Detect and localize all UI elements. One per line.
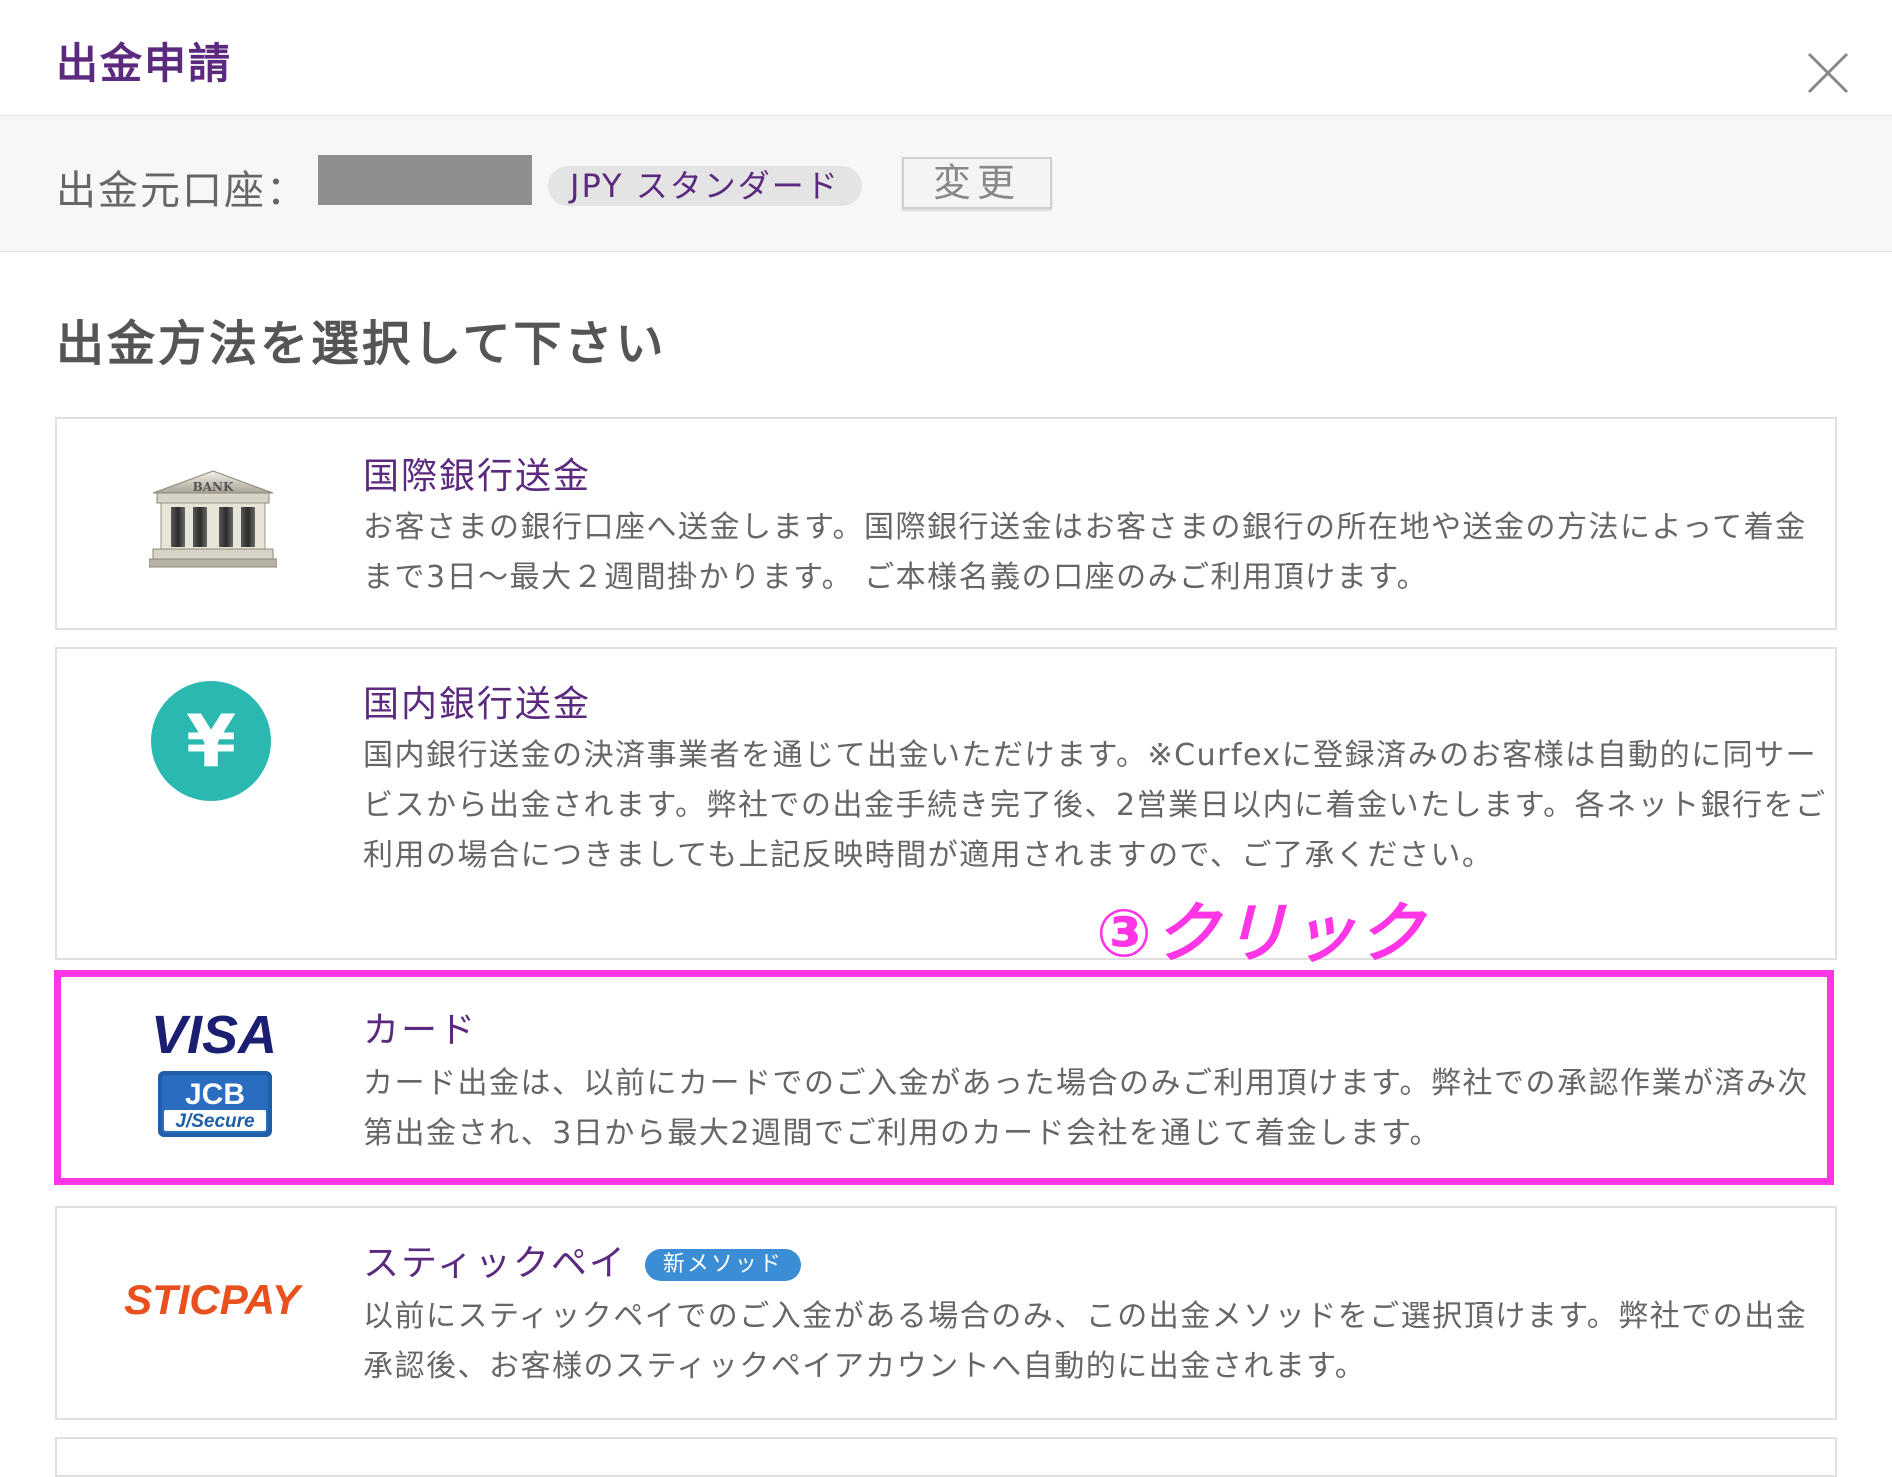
bank-logo-text: BANK (193, 480, 234, 494)
bank-building-icon: BANK (149, 470, 277, 568)
jcb-logo-text: JCB (185, 1078, 245, 1111)
dialog-title: 出金申請 (56, 39, 233, 88)
yen-symbol: ¥ (186, 699, 236, 783)
method-sticpay[interactable]: STICPAY スティックペイ 新メソッド 以前にスティックペイでのご入金がある場… (55, 1206, 1837, 1420)
method-description: 国内銀行送金の決済事業者を通じて出金いただけます。※Curfexに登録済みのお客… (363, 738, 1827, 873)
close-icon[interactable] (1805, 50, 1851, 96)
visa-jcb-logo-icon: VISA JCB J/Secure (151, 1005, 277, 1137)
visa-logo-text: VISA (151, 1005, 277, 1065)
method-description: カード出金は、以前にカードでのご入金があった場合のみご利用頂けます。弊社での承認… (363, 1066, 1809, 1151)
method-title: スティックペイ 新メソッド (363, 1234, 801, 1286)
account-type-badge: JPY スタンダード (548, 166, 862, 206)
dialog-header: 出金申請 (0, 0, 1892, 116)
method-title: 国内銀行送金 (363, 684, 592, 725)
method-domestic-bank-transfer[interactable]: ¥ 国内銀行送金 国内銀行送金の決済事業者を通じて出金いただけます。※Curfe… (55, 647, 1837, 960)
method-card[interactable]: VISA JCB J/Secure カード カード出金は、以前にカードでのご入金… (55, 977, 1837, 1177)
source-account-bar: 出金元口座： JPY スタンダード 変更 (0, 116, 1892, 252)
sticpay-logo-icon: STICPAY (124, 1276, 304, 1323)
source-account-label: 出金元口座： (56, 168, 308, 214)
sticpay-logo-text: STICPAY (124, 1276, 304, 1323)
method-title: 国際銀行送金 (363, 456, 592, 497)
click-annotation: ③クリック (1096, 895, 1426, 972)
withdrawal-dialog: 出金申請 出金元口座： JPY スタンダード 変更 出金方法を選択して下さい B… (0, 0, 1892, 1477)
method-description: お客さまの銀行口座へ送金します。国際銀行送金はお客さまの銀行の所在地や送金の方法… (363, 510, 1807, 595)
select-method-heading: 出金方法を選択して下さい (56, 316, 667, 372)
method-description: 以前にスティックペイでのご入金がある場合のみ、この出金メソッドをご選択頂けます。… (363, 1299, 1808, 1384)
yen-circle-icon: ¥ (151, 681, 271, 801)
method-next-partial[interactable] (55, 1437, 1837, 1477)
method-title-text: スティックペイ (363, 1243, 627, 1284)
jsecure-logo-text: J/Secure (175, 1111, 255, 1132)
new-method-badge: 新メソッド (644, 1249, 801, 1281)
method-title: カード (363, 1010, 478, 1051)
change-account-button[interactable]: 変更 (902, 157, 1052, 209)
method-international-bank-transfer[interactable]: BANK 国際銀行送金 お客さまの銀行口座へ送金します。国際銀行送金はお客さまの… (55, 417, 1837, 630)
masked-account-number (318, 155, 532, 205)
